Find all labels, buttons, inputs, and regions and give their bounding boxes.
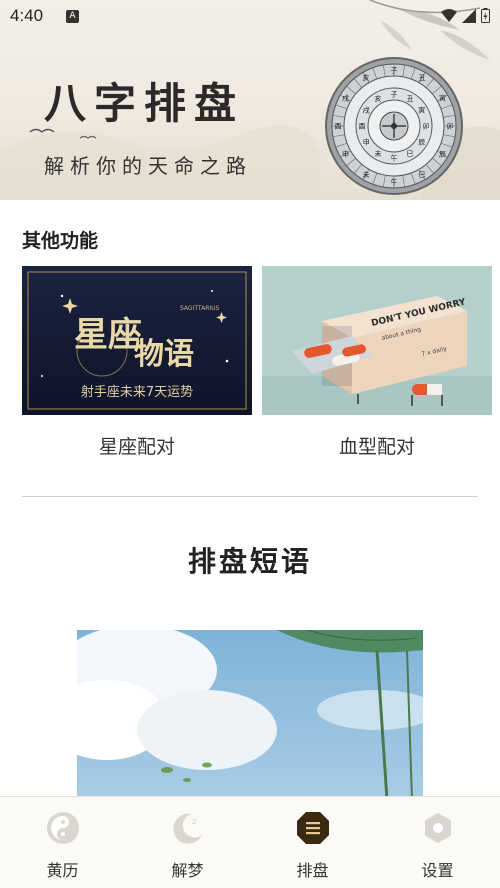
nav-item-settings[interactable]: 设置: [375, 797, 500, 888]
compass-char: 寅: [439, 94, 446, 103]
section-title-other-features: 其他功能: [22, 230, 99, 252]
compass-char: 午: [391, 178, 398, 187]
constellation-title-line1: 星座: [74, 315, 142, 355]
moon-icon: z: [172, 813, 202, 844]
nav-item-dream[interactable]: z 解梦: [125, 797, 250, 888]
nav-item-almanac[interactable]: 黄历: [0, 797, 125, 888]
feature-label-constellation: 星座配对: [98, 436, 175, 458]
hexagon-icon: [424, 813, 451, 843]
compass-char: 子: [391, 67, 398, 75]
compass-char: 申: [363, 138, 370, 147]
nav-label-dream: 解梦: [171, 861, 204, 880]
compass-char: 酉: [359, 123, 366, 131]
compass-char: 丑: [407, 95, 414, 103]
yin-yang-icon: [46, 812, 79, 844]
section-divider: [22, 496, 478, 497]
blood-type-image[interactable]: DON'T YOU WORRY about a thing 7 x daily: [262, 266, 492, 415]
compass-char: 亥: [363, 73, 370, 82]
short-phrase-image[interactable]: [77, 630, 423, 800]
nav-label-chart: 排盘: [296, 861, 329, 880]
feature-label-blood-type: 血型配对: [338, 436, 415, 458]
wifi-icon: [441, 8, 457, 22]
banner-subtitle: 解析你的天命之路: [44, 154, 252, 178]
compass-char: 戌: [342, 94, 349, 103]
compass-char: 未: [363, 170, 370, 179]
nav-item-chart[interactable]: 排盘: [250, 797, 375, 888]
compass-char: 丑: [419, 74, 426, 82]
constellation-tag: SAGITTARIUS: [180, 305, 220, 312]
svg-text:z: z: [192, 817, 197, 827]
banner-title: 八字排盘: [44, 79, 245, 128]
compass-char: 午: [391, 154, 398, 163]
nav-label-settings: 设置: [421, 861, 454, 880]
status-time: 4:40: [10, 6, 44, 25]
battery-icon: [481, 8, 490, 23]
feature-card-constellation[interactable]: 星座 物语 SAGITTARIUS 射手座未来7天运势 星座配对: [22, 266, 252, 459]
compass-char: 亥: [375, 94, 382, 103]
compass-char: 巳: [419, 171, 426, 179]
compass-char: 酉: [335, 123, 342, 131]
feature-card-blood-type[interactable]: DON'T YOU WORRY about a thing 7 x daily …: [262, 266, 492, 459]
status-icons: [441, 8, 490, 23]
constellation-image[interactable]: 星座 物语 SAGITTARIUS 射手座未来7天运势: [22, 266, 252, 415]
compass-char: 巳: [407, 150, 414, 158]
compass-char: 申: [342, 150, 349, 159]
bottom-nav: 黄历 z 解梦 排盘 设置: [0, 796, 500, 888]
compass-char: 卯: [423, 122, 430, 131]
signal-icon: [462, 8, 476, 23]
compass-char: 辰: [439, 151, 446, 159]
constellation-caption: 射手座未来7天运势: [81, 384, 193, 400]
compass-char: 辰: [418, 139, 425, 147]
compass-char: 未: [375, 149, 382, 158]
status-bar: 4:40 A: [0, 0, 500, 34]
compass-char: 戌: [363, 106, 370, 115]
menu-icon: [296, 812, 329, 844]
compass-char: 子: [391, 91, 398, 99]
compass-char: 卯: [447, 122, 454, 131]
section-title-short-phrases: 排盘短语: [187, 545, 312, 578]
compass-char: 寅: [418, 106, 425, 115]
a-icon: A: [66, 10, 79, 23]
compass-icon: 子子丑丑 寅寅卯卯辰辰巳巳午午未未申申酉 酉戌戌亥亥: [325, 57, 463, 195]
constellation-title-line2: 物语: [134, 337, 194, 372]
nav-label-almanac: 黄历: [46, 861, 79, 880]
